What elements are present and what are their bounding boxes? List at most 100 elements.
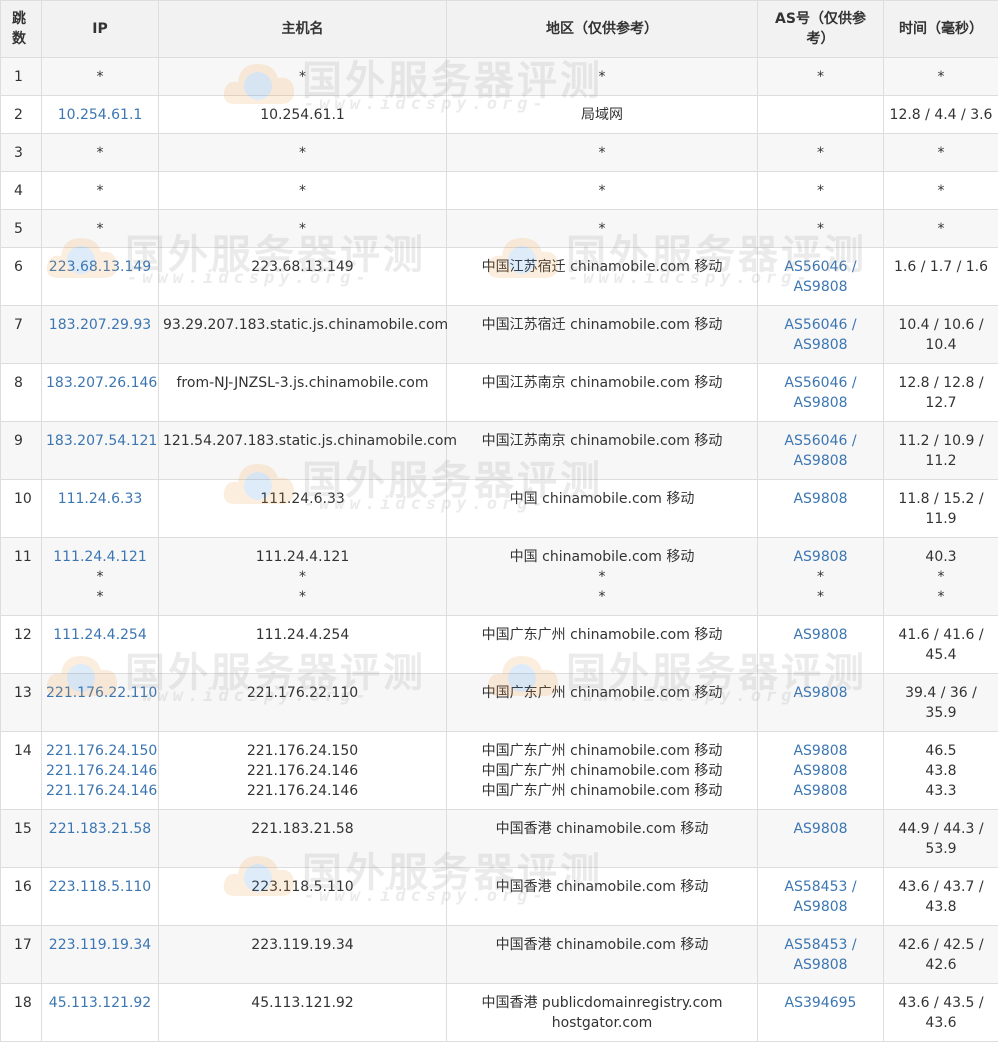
hostname-cell: *: [159, 172, 447, 210]
as-cell: AS9808AS9808AS9808: [758, 732, 884, 810]
as-link[interactable]: AS9808: [762, 897, 879, 917]
as-link[interactable]: AS58453 /: [762, 935, 879, 955]
time-cell: *: [884, 210, 998, 248]
as-link[interactable]: AS9808: [762, 335, 879, 355]
hop-cell: 8: [1, 364, 42, 422]
time-value: 46.5: [888, 741, 994, 761]
table-row: 3*****: [1, 134, 998, 172]
hostname-cell: 221.176.24.150221.176.24.146221.176.24.1…: [159, 732, 447, 810]
as-cell: AS9808: [758, 674, 884, 732]
as-link[interactable]: AS56046 /: [762, 373, 879, 393]
ip-link[interactable]: 10.254.61.1: [46, 105, 154, 125]
hop-cell: 2: [1, 96, 42, 134]
host-value: from-NJ-JNZSL-3.js.chinamobile.com: [163, 373, 442, 393]
as-link[interactable]: AS9808: [762, 955, 879, 975]
region-value: 中国广东广州 chinamobile.com 移动: [451, 741, 753, 761]
as-link[interactable]: AS56046 /: [762, 315, 879, 335]
ip-link[interactable]: 221.176.24.146: [46, 781, 154, 801]
as-link[interactable]: AS9808: [762, 781, 879, 801]
host-value: 223.118.5.110: [163, 877, 442, 897]
time-cell: 44.9 / 44.3 /53.9: [884, 810, 998, 868]
as-link[interactable]: AS9808: [762, 625, 879, 645]
ip-link[interactable]: 111.24.4.121: [46, 547, 154, 567]
ip-cell: 221.176.22.110: [42, 674, 159, 732]
as-link[interactable]: AS9808: [762, 741, 879, 761]
as-link[interactable]: AS9808: [762, 683, 879, 703]
table-row: 5*****: [1, 210, 998, 248]
ip-link[interactable]: 221.176.24.150: [46, 741, 154, 761]
as-link[interactable]: AS9808: [762, 489, 879, 509]
as-link[interactable]: AS9808: [762, 277, 879, 297]
ip-cell: 221.183.21.58: [42, 810, 159, 868]
table-row: 4*****: [1, 172, 998, 210]
ip-link[interactable]: 223.118.5.110: [46, 877, 154, 897]
as-link[interactable]: AS56046 /: [762, 431, 879, 451]
ip-link[interactable]: 111.24.4.254: [46, 625, 154, 645]
ip-cell: 223.119.19.34: [42, 926, 159, 984]
hostname-cell: 111.24.4.121**: [159, 538, 447, 616]
ip-link[interactable]: 183.207.29.93: [46, 315, 154, 335]
host-value: 223.68.13.149: [163, 257, 442, 277]
region-cell: *: [447, 134, 758, 172]
region-value: *: [451, 67, 753, 87]
header-hostname: 主机名: [159, 1, 447, 58]
ip-link[interactable]: 111.24.6.33: [46, 489, 154, 509]
table-row: 14221.176.24.150221.176.24.146221.176.24…: [1, 732, 998, 810]
as-value: *: [762, 181, 879, 201]
header-ip: IP: [42, 1, 159, 58]
time-cell: 11.2 / 10.9 /11.2: [884, 422, 998, 480]
hop-cell: 18: [1, 984, 42, 1042]
region-cell: 中国 chinamobile.com 移动**: [447, 538, 758, 616]
region-value: 中国广东广州 chinamobile.com 移动: [451, 683, 753, 703]
as-cell: AS9808: [758, 810, 884, 868]
time-cell: 12.8 / 12.8 /12.7: [884, 364, 998, 422]
ip-link[interactable]: 221.176.24.146: [46, 761, 154, 781]
region-cell: 中国江苏南京 chinamobile.com 移动: [447, 422, 758, 480]
ip-value: *: [46, 587, 154, 607]
region-cell: *: [447, 58, 758, 96]
region-cell: *: [447, 210, 758, 248]
region-value: *: [451, 587, 753, 607]
as-link[interactable]: AS394695: [762, 993, 879, 1013]
ip-link[interactable]: 223.68.13.149: [46, 257, 154, 277]
region-cell: 中国广东广州 chinamobile.com 移动中国广东广州 chinamob…: [447, 732, 758, 810]
host-value: *: [163, 587, 442, 607]
ip-cell: 10.254.61.1: [42, 96, 159, 134]
region-cell: 中国江苏宿迁 chinamobile.com 移动: [447, 248, 758, 306]
ip-link[interactable]: 45.113.121.92: [46, 993, 154, 1013]
hostname-cell: 93.29.207.183.static.js.chinamobile.com: [159, 306, 447, 364]
ip-cell: 223.68.13.149: [42, 248, 159, 306]
as-link[interactable]: AS9808: [762, 451, 879, 471]
region-value: hostgator.com: [451, 1013, 753, 1033]
ip-link[interactable]: 223.119.19.34: [46, 935, 154, 955]
time-value: 12.7: [888, 393, 994, 413]
ip-cell: 223.118.5.110: [42, 868, 159, 926]
hostname-cell: *: [159, 134, 447, 172]
time-value: *: [888, 67, 994, 87]
hop-cell: 3: [1, 134, 42, 172]
ip-link[interactable]: 183.207.26.146: [46, 373, 154, 393]
hop-cell: 17: [1, 926, 42, 984]
as-link[interactable]: AS9808: [762, 393, 879, 413]
ip-cell: 183.207.26.146: [42, 364, 159, 422]
as-link[interactable]: AS58453 /: [762, 877, 879, 897]
ip-cell: 45.113.121.92: [42, 984, 159, 1042]
as-link[interactable]: AS9808: [762, 761, 879, 781]
ip-link[interactable]: 183.207.54.121: [46, 431, 154, 451]
ip-link[interactable]: 221.176.22.110: [46, 683, 154, 703]
table-row: 9183.207.54.121121.54.207.183.static.js.…: [1, 422, 998, 480]
time-value: 45.4: [888, 645, 994, 665]
time-value: 11.2 / 10.9 /: [888, 431, 994, 451]
time-cell: 39.4 / 36 /35.9: [884, 674, 998, 732]
region-value: 中国香港 chinamobile.com 移动: [451, 819, 753, 839]
as-link[interactable]: AS9808: [762, 819, 879, 839]
region-cell: 中国香港 publicdomainregistry.comhostgator.c…: [447, 984, 758, 1042]
as-link[interactable]: AS56046 /: [762, 257, 879, 277]
hop-cell: 4: [1, 172, 42, 210]
as-cell: AS9808: [758, 480, 884, 538]
hostname-cell: 45.113.121.92: [159, 984, 447, 1042]
time-value: 11.9: [888, 509, 994, 529]
ip-link[interactable]: 221.183.21.58: [46, 819, 154, 839]
hostname-cell: from-NJ-JNZSL-3.js.chinamobile.com: [159, 364, 447, 422]
as-link[interactable]: AS9808: [762, 547, 879, 567]
